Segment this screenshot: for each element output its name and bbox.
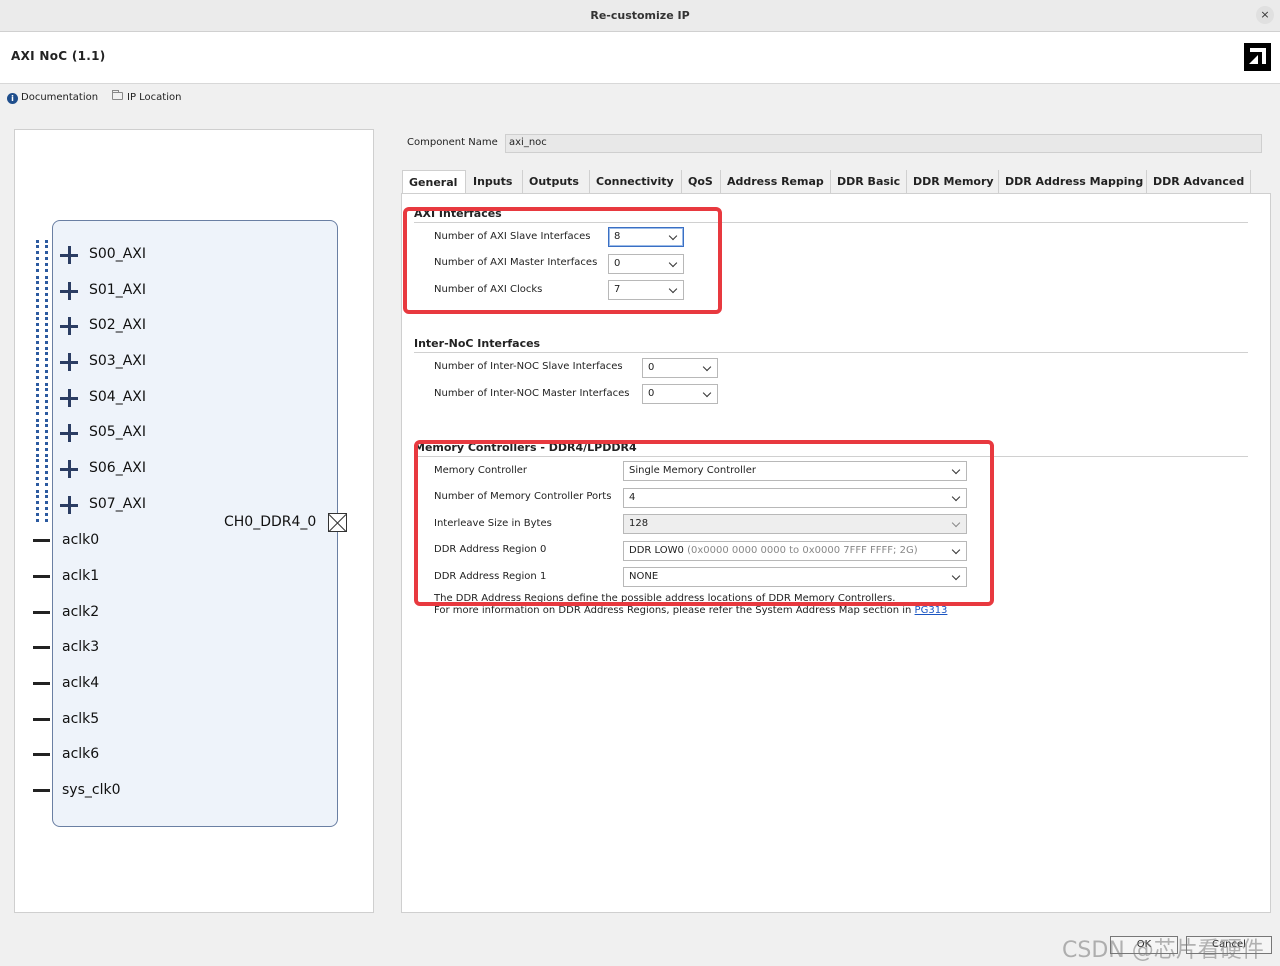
ddr-port-icon — [328, 513, 347, 532]
bus-dots-icon — [36, 276, 48, 308]
ddr-region-info: For more information on DDR Address Regi… — [434, 605, 947, 616]
port-s01-axi: S01_AXI — [89, 282, 146, 298]
component-name-input[interactable]: axi_noc — [505, 134, 1262, 153]
inter-noc-title: Inter-NoC Interfaces — [414, 337, 541, 350]
port-aclk1: aclk1 — [62, 568, 100, 584]
tab-outputs[interactable]: Outputs — [523, 170, 590, 194]
chevron-down-icon — [702, 388, 712, 398]
clock-port-line — [33, 789, 50, 792]
expand-plus-icon[interactable] — [60, 389, 78, 407]
port-s05-axi: S05_AXI — [89, 424, 146, 440]
highlight-memory-controllers — [414, 440, 994, 606]
expand-plus-icon[interactable] — [60, 496, 78, 514]
chevron-down-icon — [702, 362, 712, 372]
bus-dots-icon — [36, 240, 48, 272]
ip-location-label: IP Location — [127, 92, 182, 103]
tab-qos[interactable]: QoS — [682, 170, 721, 194]
port-s06-axi: S06_AXI — [89, 460, 146, 476]
ip-location-button[interactable]: IP Location — [112, 90, 182, 103]
info-icon: i — [7, 93, 18, 104]
expand-plus-icon[interactable] — [60, 246, 78, 264]
port-aclk3: aclk3 — [62, 639, 100, 655]
expand-plus-icon[interactable] — [60, 424, 78, 442]
folder-icon — [112, 90, 123, 100]
clock-port-line — [33, 539, 50, 542]
ip-symbol-panel: S00_AXI S01_AXI S02_AXI S03_AXI S04_AXI … — [14, 129, 374, 913]
bus-dots-icon — [36, 454, 48, 486]
inter-noc-master-label: Number of Inter-NOC Master Interfaces — [434, 388, 630, 399]
clock-port-line — [33, 646, 50, 649]
bus-dots-icon — [36, 490, 48, 522]
port-s03-axi: S03_AXI — [89, 353, 146, 369]
tab-ddr-address-mapping[interactable]: DDR Address Mapping — [999, 170, 1147, 194]
bus-dots-icon — [36, 383, 48, 415]
divider — [414, 352, 1248, 353]
clock-port-line — [33, 611, 50, 614]
ip-header: AXI NoC (1.1) — [0, 32, 1280, 84]
amd-logo-icon — [1244, 43, 1271, 71]
tab-ddr-advanced[interactable]: DDR Advanced — [1147, 170, 1251, 194]
clock-port-line — [33, 575, 50, 578]
window-titlebar: Re-customize IP × — [0, 0, 1280, 32]
tab-bar: General Inputs Outputs Connectivity QoS … — [401, 170, 1271, 194]
tab-connectivity[interactable]: Connectivity — [590, 170, 682, 194]
ip-name: AXI NoC (1.1) — [11, 49, 106, 63]
tab-general[interactable]: General — [402, 170, 466, 194]
inter-noc-master-value: 0 — [648, 388, 655, 399]
bus-dots-icon — [36, 419, 48, 451]
bus-dots-icon — [36, 312, 48, 344]
bus-dots-icon — [36, 347, 48, 379]
documentation-label: Documentation — [21, 92, 99, 103]
port-ch0-ddr4: CH0_DDR4_0 — [224, 514, 317, 530]
window-title: Re-customize IP — [590, 9, 690, 22]
csdn-watermark: CSDN @芯片看硬件 — [1062, 938, 1264, 963]
expand-plus-icon[interactable] — [60, 282, 78, 300]
toolbar: i Documentation IP Location — [0, 86, 1280, 110]
port-s00-axi: S00_AXI — [89, 246, 146, 262]
component-name-label: Component Name — [407, 137, 498, 148]
port-aclk0: aclk0 — [62, 532, 100, 548]
port-s02-axi: S02_AXI — [89, 317, 146, 333]
port-s04-axi: S04_AXI — [89, 389, 146, 405]
port-sys-clk0: sys_clk0 — [62, 782, 121, 798]
inter-noc-master-select[interactable]: 0 — [642, 384, 718, 404]
clock-port-line — [33, 753, 50, 756]
tab-ddr-memory[interactable]: DDR Memory — [907, 170, 999, 194]
clock-port-line — [33, 682, 50, 685]
port-aclk6: aclk6 — [62, 746, 100, 762]
inter-noc-slave-label: Number of Inter-NOC Slave Interfaces — [434, 361, 623, 372]
expand-plus-icon[interactable] — [60, 353, 78, 371]
port-aclk5: aclk5 — [62, 711, 100, 727]
pg313-link[interactable]: PG313 — [915, 605, 948, 616]
port-aclk4: aclk4 — [62, 675, 100, 691]
ddr-region-info-text: For more information on DDR Address Regi… — [434, 605, 912, 616]
documentation-button[interactable]: i Documentation — [7, 92, 98, 104]
port-s07-axi: S07_AXI — [89, 496, 146, 512]
expand-plus-icon[interactable] — [60, 317, 78, 335]
tab-inputs[interactable]: Inputs — [467, 170, 523, 194]
clock-port-line — [33, 718, 50, 721]
close-icon[interactable]: × — [1256, 6, 1274, 24]
highlight-axi-interfaces — [403, 207, 722, 314]
port-aclk2: aclk2 — [62, 604, 100, 620]
tab-ddr-basic[interactable]: DDR Basic — [831, 170, 907, 194]
inter-noc-slave-value: 0 — [648, 362, 655, 373]
inter-noc-slave-select[interactable]: 0 — [642, 358, 718, 378]
tab-address-remap[interactable]: Address Remap — [721, 170, 831, 194]
expand-plus-icon[interactable] — [60, 460, 78, 478]
